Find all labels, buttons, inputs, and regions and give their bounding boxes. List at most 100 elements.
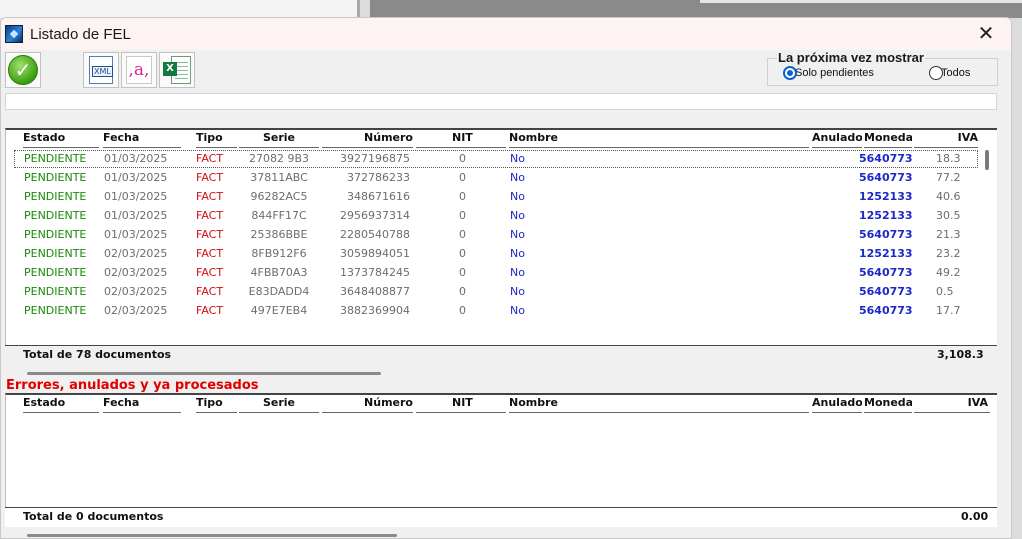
cell-tipo: FACT bbox=[196, 247, 224, 260]
cell-tipo: FACT bbox=[196, 285, 224, 298]
pending-total-row: Total de 78 documentos 3,108.3 bbox=[5, 345, 997, 365]
col-header-nit[interactable]: NIT bbox=[416, 130, 506, 148]
col-header-anulado[interactable]: Anulado bbox=[812, 395, 862, 413]
cell-nit: 0 bbox=[459, 190, 466, 203]
cell-nombre[interactable]: No bbox=[510, 263, 570, 282]
cell-estado: PENDIENTE bbox=[24, 228, 87, 241]
cell-fecha: 02/03/2025 bbox=[104, 247, 168, 260]
cell-nombre[interactable]: No bbox=[510, 225, 570, 244]
app-icon bbox=[5, 25, 23, 43]
xml-file-icon: XML bbox=[89, 56, 113, 84]
radio-solo-pendientes[interactable]: Solo pendientes bbox=[783, 66, 874, 80]
col-header-fecha[interactable]: Fecha bbox=[103, 395, 181, 413]
col-header-moneda[interactable]: Moneda bbox=[864, 395, 912, 413]
cell-numero: 3648408877 bbox=[340, 285, 410, 298]
cell-nombre[interactable]: No bbox=[510, 301, 570, 320]
background-window-right bbox=[370, 0, 1022, 18]
errors-horizontal-scrollbar[interactable] bbox=[5, 527, 997, 538]
cell-tipo: FACT bbox=[196, 171, 224, 184]
cell-nombre[interactable]: No bbox=[510, 282, 570, 301]
col-header-serie[interactable]: Serie bbox=[239, 395, 319, 413]
col-header-tipo[interactable]: Tipo bbox=[196, 395, 237, 413]
accept-button[interactable]: ✓ bbox=[5, 52, 41, 88]
col-header-nit[interactable]: NIT bbox=[416, 395, 506, 413]
vertical-scrollbar[interactable] bbox=[985, 150, 989, 170]
cell-serie: 25386BBE bbox=[250, 228, 308, 241]
col-header-tipo[interactable]: Tipo bbox=[196, 130, 237, 148]
col-header-serie[interactable]: Serie bbox=[239, 130, 319, 148]
cell-nombre[interactable]: No bbox=[510, 168, 570, 187]
cell-fecha: 01/03/2025 bbox=[104, 190, 168, 203]
errors-total-row: Total de 0 documentos 0.00 bbox=[5, 507, 997, 527]
cell-tipo: FACT bbox=[196, 190, 224, 203]
errors-scroll-thumb[interactable] bbox=[27, 534, 397, 537]
cell-tipo: FACT bbox=[196, 266, 224, 279]
cell-numero: 3059894051 bbox=[340, 247, 410, 260]
cell-iva: 30.5 bbox=[936, 209, 961, 222]
cell-serie: 844FF17C bbox=[251, 209, 307, 222]
cell-iva: 21.3 bbox=[936, 228, 961, 241]
radio-selected-icon bbox=[783, 66, 797, 80]
cell-numero: 2956937314 bbox=[340, 209, 410, 222]
cell-nombre[interactable]: No bbox=[510, 206, 570, 225]
export-pdf-button[interactable]: ,a, bbox=[121, 52, 157, 88]
cell-estado: PENDIENTE bbox=[24, 209, 87, 222]
cell-moneda: 56407734 bbox=[859, 304, 912, 317]
cell-tipo: FACT bbox=[196, 228, 224, 241]
cell-estado: PENDIENTE bbox=[24, 266, 87, 279]
cell-nombre[interactable]: No bbox=[510, 187, 570, 206]
radio-unselected-icon bbox=[929, 66, 943, 80]
cell-serie: 497E7EB4 bbox=[250, 304, 308, 317]
col-header-numero[interactable]: Número bbox=[322, 130, 413, 148]
col-header-numero[interactable]: Número bbox=[322, 395, 413, 413]
radio-todos[interactable]: Todos bbox=[929, 66, 970, 80]
filter-input[interactable] bbox=[5, 93, 997, 110]
cell-serie: 8FB912F6 bbox=[251, 247, 307, 260]
col-header-estado[interactable]: Estado bbox=[23, 130, 99, 148]
cell-nit: 0 bbox=[459, 228, 466, 241]
col-header-nombre[interactable]: Nombre bbox=[509, 130, 809, 148]
cell-iva: 77.2 bbox=[936, 171, 961, 184]
cell-nit: 0 bbox=[459, 247, 466, 260]
toolbar: ✓ XML ,a, X La próxima vez mostrar Solo … bbox=[1, 50, 1011, 98]
show-next-legend: La próxima vez mostrar bbox=[777, 50, 925, 65]
cell-nombre[interactable]: No bbox=[510, 244, 570, 263]
col-header-moneda[interactable]: Moneda bbox=[864, 130, 912, 148]
cell-moneda: 12521337 bbox=[859, 247, 912, 260]
pending-grid[interactable]: Estado Fecha Tipo Serie Número NIT Nombr… bbox=[5, 128, 997, 345]
cell-iva: 40.6 bbox=[936, 190, 961, 203]
cell-tipo: FACT bbox=[196, 209, 224, 222]
col-header-estado[interactable]: Estado bbox=[23, 395, 99, 413]
cell-iva: 0.5 bbox=[936, 285, 954, 298]
export-excel-button[interactable]: X bbox=[159, 52, 195, 88]
pending-scroll-thumb[interactable] bbox=[27, 372, 381, 375]
col-header-fecha[interactable]: Fecha bbox=[103, 130, 181, 148]
cell-fecha: 02/03/2025 bbox=[104, 285, 168, 298]
show-next-group: La próxima vez mostrar Solo pendientes T… bbox=[767, 50, 998, 87]
fel-list-window: Listado de FEL ✕ ✓ XML ,a, X La próxima … bbox=[0, 17, 1012, 539]
cell-nit: 0 bbox=[459, 209, 466, 222]
cell-nit: 0 bbox=[459, 285, 466, 298]
cell-serie: 96282AC5 bbox=[250, 190, 308, 203]
cell-estado: PENDIENTE bbox=[24, 190, 87, 203]
pending-total-label: Total de 78 documentos bbox=[23, 348, 172, 361]
close-button[interactable]: ✕ bbox=[975, 22, 997, 44]
window-title: Listado de FEL bbox=[30, 25, 131, 43]
cell-moneda: 56407734 bbox=[859, 228, 912, 241]
col-header-anulado[interactable]: Anulado bbox=[812, 130, 862, 148]
col-header-nombre[interactable]: Nombre bbox=[509, 395, 809, 413]
cell-nit: 0 bbox=[459, 304, 466, 317]
cell-estado: PENDIENTE bbox=[24, 304, 87, 317]
cell-fecha: 02/03/2025 bbox=[104, 266, 168, 279]
cell-serie: 4FBB70A3 bbox=[250, 266, 308, 279]
col-header-iva[interactable]: IVA bbox=[914, 395, 990, 413]
cell-numero: 1373784245 bbox=[340, 266, 410, 279]
background-window-left bbox=[0, 0, 360, 18]
cell-serie: 37811ABC bbox=[250, 171, 308, 184]
col-header-iva[interactable]: IVA bbox=[914, 130, 978, 148]
cell-estado: PENDIENTE bbox=[24, 285, 87, 298]
cell-fecha: 01/03/2025 bbox=[104, 171, 168, 184]
cell-moneda: 12521337 bbox=[859, 190, 912, 203]
errors-total-iva: 0.00 bbox=[961, 510, 989, 523]
export-xml-button[interactable]: XML bbox=[83, 52, 119, 88]
